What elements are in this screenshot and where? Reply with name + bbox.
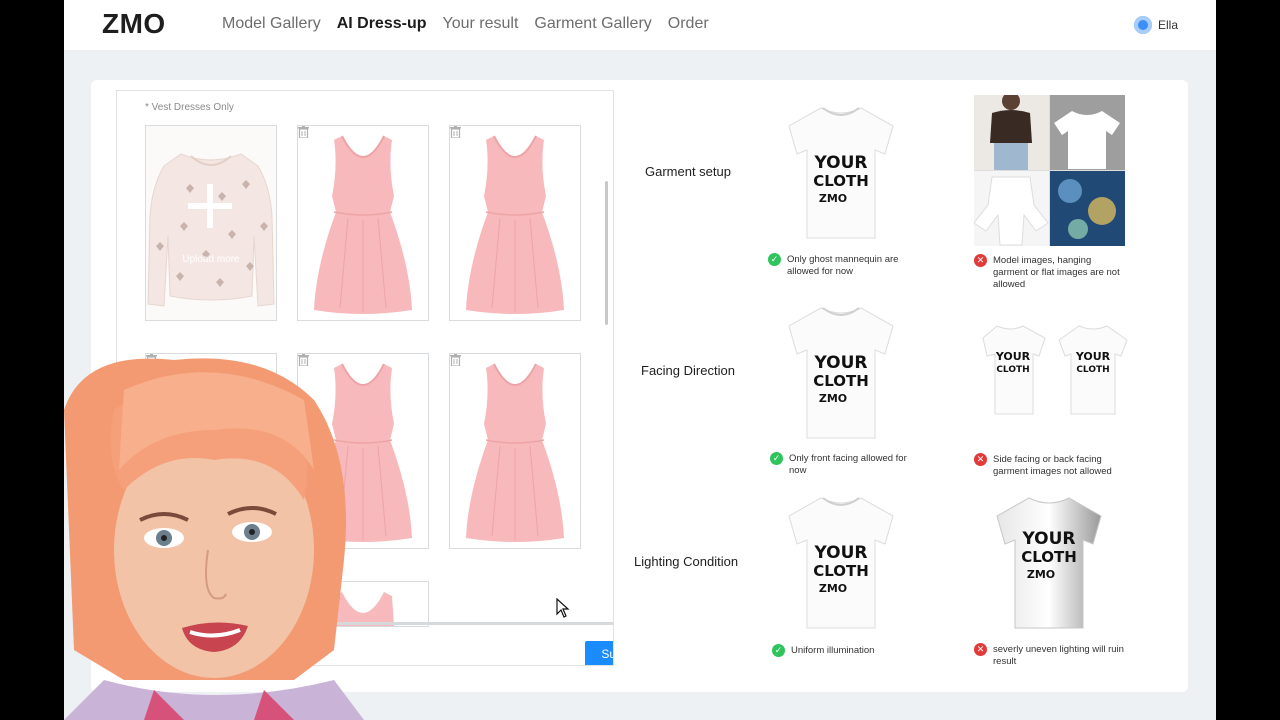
delete-icon[interactable]	[450, 126, 461, 138]
model-photo	[974, 95, 1049, 170]
nav-ai-dress-up[interactable]: AI Dress-up	[337, 15, 427, 33]
mouse-cursor-icon	[556, 598, 570, 618]
user-avatar-icon	[1133, 16, 1152, 34]
shirt-print-1: YOUR	[813, 353, 867, 373]
check-icon: ✓	[770, 452, 783, 465]
rule-title-lighting-condition: Lighting Condition	[634, 554, 739, 569]
shirt-print-2: CLOTH	[813, 562, 869, 580]
flat-blouse-photo	[974, 171, 1049, 246]
upload-more-label: Upload more	[182, 254, 240, 265]
bad-example-uneven-light-tshirt: YOUR CLOTH ZMO	[996, 497, 1102, 629]
printed-shirt-photo	[1050, 171, 1125, 246]
shirt-print-2: CLOTH	[813, 372, 869, 390]
cross-icon: ✕	[974, 643, 987, 656]
vest-dresses-note: * Vest Dresses Only	[145, 102, 234, 113]
user-menu[interactable]: Ella	[1133, 16, 1178, 34]
shirt-print-3: ZMO	[819, 192, 847, 205]
good-example-tshirt: YOUR CLOTH ZMO	[788, 497, 894, 629]
pink-dress-image	[450, 126, 580, 320]
garment-tile[interactable]	[449, 125, 581, 321]
rule-title-garment-setup: Garment setup	[645, 164, 731, 179]
nav-model-gallery[interactable]: Model Gallery	[222, 15, 321, 33]
submit-button[interactable]: Submit	[585, 641, 613, 665]
good-example-tshirt: YOUR CLOTH ZMO	[788, 307, 894, 439]
delete-icon[interactable]	[298, 126, 309, 138]
good-example-tshirt: YOUR CLOTH ZMO	[788, 107, 894, 239]
shirt-print-3: ZMO	[819, 392, 847, 405]
garment-tile[interactable]	[297, 125, 429, 321]
upload-scrollbar[interactable]	[605, 181, 608, 325]
shirt-print-2: CLOTH	[1076, 365, 1109, 375]
nav-your-result[interactable]: Your result	[443, 15, 519, 33]
shirt-print-2: CLOTH	[1021, 548, 1077, 566]
shirt-print-1: YOUR	[995, 350, 1031, 363]
delete-icon[interactable]	[450, 354, 461, 366]
check-icon: ✓	[768, 253, 781, 266]
pink-dress-image	[450, 354, 580, 548]
user-name: Ella	[1157, 18, 1178, 32]
main-nav: Model Gallery AI Dress-up Your result Ga…	[222, 15, 725, 33]
shirt-print-1: YOUR	[813, 153, 867, 173]
presenter-avatar	[64, 358, 364, 720]
rule-good-note: ✓ Uniform illumination	[772, 644, 912, 657]
shirt-print-1: YOUR	[1021, 529, 1075, 549]
sweater-image	[146, 126, 276, 320]
upload-more-tile[interactable]: Upload more	[145, 125, 277, 321]
shirt-print-2: CLOTH	[996, 365, 1029, 375]
shirt-print-1: YOUR	[1075, 350, 1111, 363]
rule-good-note: ✓ Only front facing allowed for now	[770, 452, 910, 477]
top-navigation-bar: ZMO Model Gallery AI Dress-up Your resul…	[64, 0, 1216, 51]
shirt-print-1: YOUR	[813, 543, 867, 563]
cross-icon: ✕	[974, 254, 987, 267]
pink-dress-image	[298, 126, 428, 320]
nav-order[interactable]: Order	[668, 15, 709, 33]
brand-logo[interactable]: ZMO	[102, 8, 166, 40]
garment-tile[interactable]	[449, 353, 581, 549]
nav-garment-gallery[interactable]: Garment Gallery	[534, 15, 651, 33]
shirt-print-3: ZMO	[819, 582, 847, 595]
hanging-shirt-photo	[1050, 95, 1125, 170]
rule-title-facing-direction: Facing Direction	[641, 363, 735, 378]
rule-bad-note: ✕ Model images, hanging garment or flat i…	[974, 254, 1124, 291]
bad-example-photo-grid	[974, 95, 1125, 246]
bad-example-side-back-tshirts: YOUR CLOTH YOUR CLOTH	[982, 325, 1128, 415]
check-icon: ✓	[772, 644, 785, 657]
cross-icon: ✕	[974, 453, 987, 466]
rule-bad-note: ✕ severly uneven lighting will ruin resul…	[974, 643, 1124, 668]
rule-bad-note: ✕ Side facing or back facing garment imag…	[974, 453, 1124, 478]
shirt-print-3: ZMO	[1027, 568, 1055, 581]
rule-good-note: ✓ Only ghost mannequin are allowed for no…	[768, 253, 908, 278]
shirt-print-2: CLOTH	[813, 172, 869, 190]
